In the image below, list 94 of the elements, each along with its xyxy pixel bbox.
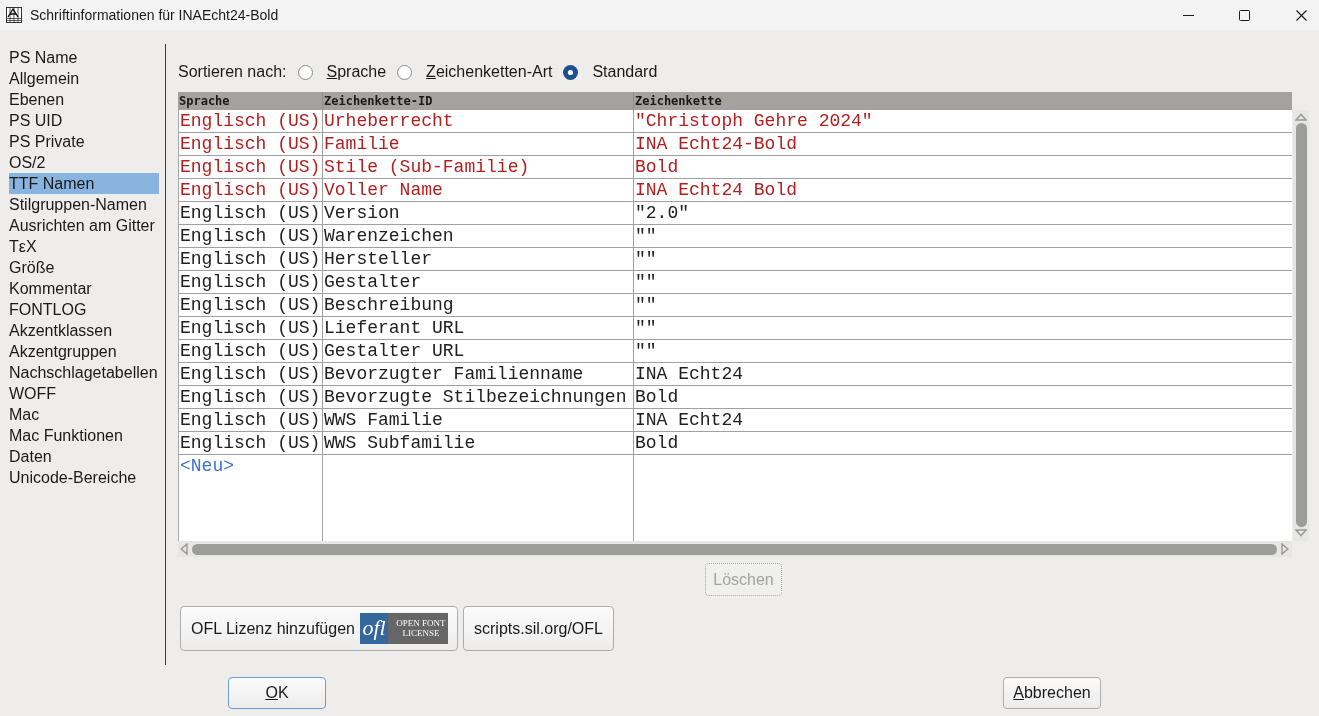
sidebar-item[interactable]: Nachschlagetabellen [9, 362, 159, 383]
minimize-icon [1182, 14, 1194, 16]
sort-radio-option[interactable]: Zeichenketten-Art [397, 63, 553, 81]
table-cell-text: "" [634, 294, 658, 316]
sidebar-item[interactable]: Kommentar [9, 278, 159, 299]
table-cell: Bevorzugter Familienname [323, 363, 634, 385]
table-cell: Gestalter [323, 271, 634, 293]
table-cell: Familie [323, 133, 634, 155]
sidebar-item[interactable]: TTF Namen [9, 173, 159, 194]
radio-icon[interactable] [563, 64, 579, 80]
table-cell: Hersteller [323, 248, 634, 270]
table-cell: Englisch (US) [179, 248, 323, 270]
sidebar-item[interactable]: Ausrichten am Gitter [9, 215, 159, 236]
sidebar-item[interactable]: PS Name [9, 47, 159, 68]
sort-radio-option[interactable]: Standard [563, 63, 658, 81]
sidebar-item[interactable]: Akzentklassen [9, 320, 159, 341]
sidebar-item[interactable]: Ebenen [9, 89, 159, 110]
table-cell-text: "" [634, 271, 658, 293]
table-cell: WWS Familie [323, 409, 634, 431]
ok-button[interactable]: OK [228, 677, 326, 709]
logo-caption: OPEN FONT LICENSE [388, 613, 448, 644]
cancel-button[interactable]: Abbrechen [1003, 677, 1101, 709]
table-cell: Englisch (US) [179, 179, 323, 201]
table-cell-text: INA Echt24 Bold [634, 179, 799, 201]
table-cell: Warenzeichen [323, 225, 634, 247]
table-cell: Stile (Sub-Familie) [323, 156, 634, 178]
scroll-right-icon[interactable] [1281, 543, 1289, 555]
table-cell: Version [323, 202, 634, 224]
table-cell: Urheberrecht [323, 110, 634, 132]
logo-mark: ofl [360, 613, 388, 644]
table-cell: Englisch (US) [179, 317, 323, 339]
scrollbar-thumb[interactable] [1295, 123, 1307, 527]
sidebar-item[interactable]: OS/2 [9, 152, 159, 173]
table-cell-text: INA Echt24 [634, 409, 745, 431]
sidebar-item[interactable]: TεX [9, 236, 159, 257]
table-cell: Englisch (US) [179, 340, 323, 362]
table-cell-text: "" [634, 225, 658, 247]
table-cell: Englisch (US) [179, 110, 323, 132]
sidebar-item[interactable]: Daten [9, 446, 159, 467]
maximize-icon [1238, 9, 1250, 21]
sidebar-item[interactable]: Mac Funktionen [9, 425, 159, 446]
sort-label: Sortieren nach: [178, 63, 287, 81]
table-cell-text: Bold [634, 156, 680, 178]
table-cell: Englisch (US) [179, 133, 323, 155]
radio-icon[interactable] [297, 64, 313, 80]
letter-grid-icon [6, 7, 22, 23]
table-cell: Englisch (US) [179, 156, 323, 178]
table-cell-text: INA Echt24-Bold [634, 133, 799, 155]
table-cell-text: Bold [634, 432, 680, 454]
table-cell: Voller Name [323, 179, 634, 201]
column-header: Zeichenkette [634, 93, 723, 110]
table-cell: Englisch (US) [179, 432, 323, 454]
table-cell: WWS Subfamilie [323, 432, 634, 454]
table-cell-text: "" [634, 317, 658, 339]
table-cell-text: "" [634, 340, 658, 362]
scrollbar-thumb[interactable] [192, 543, 1277, 555]
table-cell-text: "Christoph Gehre 2024" [634, 110, 874, 132]
table-cell: Englisch (US) [179, 202, 323, 224]
sidebar-item[interactable]: Allgemein [9, 68, 159, 89]
add-license-button[interactable]: OFL Lizenz hinzufügen ofl OPEN FONT LICENSE [180, 606, 458, 651]
sidebar-item[interactable]: Größe [9, 257, 159, 278]
table-cell: Englisch (US) [179, 363, 323, 385]
table-cell: Englisch (US) [179, 386, 323, 408]
window-title: Schriftinformationen für INAEcht24-Bold [30, 7, 280, 23]
sidebar-item[interactable]: PS UID [9, 110, 159, 131]
table-cell: Gestalter URL [323, 340, 634, 362]
sidebar-item[interactable]: Stilgruppen-Namen [9, 194, 159, 215]
vertical-scrollbar[interactable] [1293, 110, 1309, 541]
scroll-down-icon[interactable] [1295, 529, 1307, 537]
scroll-up-icon[interactable] [1295, 113, 1307, 121]
sidebar-item[interactable]: Akzentgruppen [9, 341, 159, 362]
table-cell-text: INA Echt24 [634, 363, 745, 385]
close-icon [1296, 9, 1307, 21]
horizontal-scrollbar[interactable] [178, 541, 1292, 557]
sidebar-item[interactable]: WOFF [9, 383, 159, 404]
sidebar-item[interactable]: FONTLOG [9, 299, 159, 320]
table-cell: Englisch (US) [179, 409, 323, 431]
table-cell: Bevorzugte Stilbezeichnungen [323, 386, 634, 408]
new-entry-cell[interactable]: <Neu> [179, 455, 323, 478]
scroll-left-icon[interactable] [180, 543, 188, 555]
table-cell: Englisch (US) [179, 294, 323, 316]
radio-icon[interactable] [397, 64, 413, 80]
table-cell: Beschreibung [323, 294, 634, 316]
sidebar-item[interactable]: PS Private [9, 131, 159, 152]
table-cell: Englisch (US) [179, 225, 323, 247]
sort-radio-option[interactable]: Sprache [297, 63, 387, 81]
table-cell-text: "" [634, 248, 658, 270]
table-cell-text: Bold [634, 386, 680, 408]
table-cell: Englisch (US) [179, 271, 323, 293]
table-cell: Lieferant URL [323, 317, 634, 339]
sidebar-item[interactable]: Mac [9, 404, 159, 425]
license-link-button[interactable]: scripts.sil.org/OFL [463, 606, 614, 651]
table-cell-text: "2.0" [634, 202, 690, 224]
sidebar-item[interactable]: Unicode-Bereiche [9, 467, 159, 488]
